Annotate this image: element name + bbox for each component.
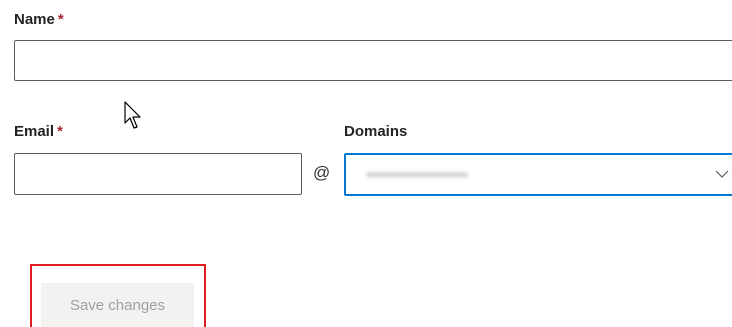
name-label-text: Name [14, 11, 55, 28]
name-label: Name * [14, 11, 64, 28]
email-label: Email * [14, 123, 63, 140]
domains-selected-value: •••••••••••••••••••• [367, 167, 469, 182]
email-input[interactable] [14, 153, 302, 195]
email-label-text: Email [14, 123, 55, 140]
name-required-mark: * [57, 11, 64, 28]
domains-dropdown[interactable]: •••••••••••••••••••• [344, 153, 732, 196]
edit-user-form: Name * Email * @ Domains •••••••••••••••••… [0, 0, 732, 327]
chevron-down-icon [715, 170, 729, 178]
mouse-pointer-icon [124, 101, 141, 129]
at-symbol: @ [313, 163, 331, 182]
name-input[interactable] [14, 40, 732, 81]
save-changes-button[interactable]: Save changes [41, 283, 194, 327]
email-required-mark: * [57, 123, 63, 140]
domains-label: Domains [344, 123, 408, 140]
